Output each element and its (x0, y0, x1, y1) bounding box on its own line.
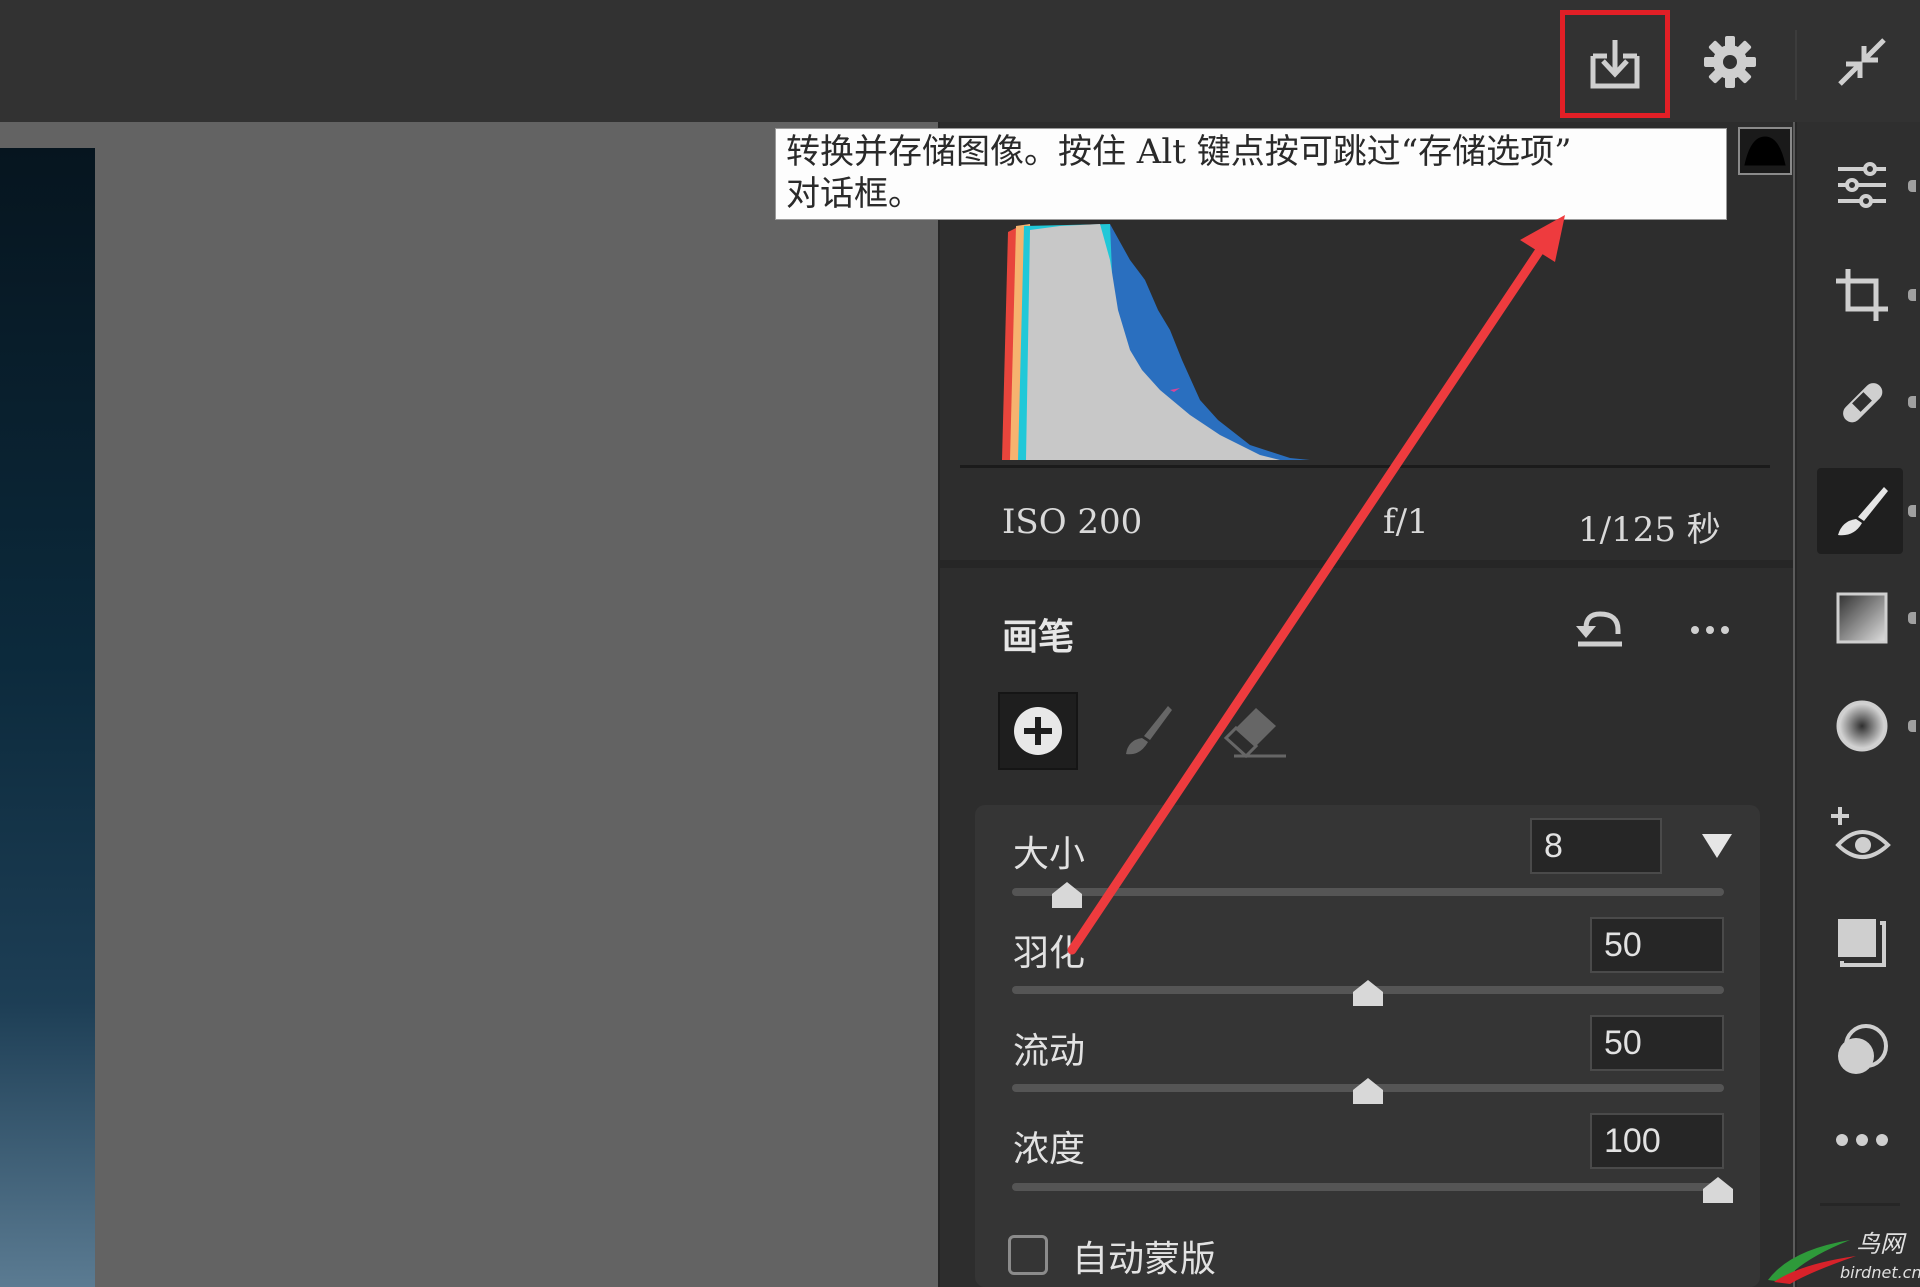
healing-bandage-icon (1843, 383, 1883, 423)
feather-slider-thumb[interactable] (1351, 978, 1385, 1008)
save-download-icon (1590, 40, 1640, 89)
photo-preview (0, 148, 95, 1287)
flow-input[interactable]: 50 (1590, 1015, 1724, 1071)
slider-label-size: 大小 (1013, 834, 1086, 875)
image-canvas[interactable] (0, 122, 938, 1287)
watermark-logo: 鸟网 birdnet.cn (1768, 1230, 1920, 1284)
tool-strip-divider (1820, 1203, 1900, 1206)
size-slider-thumb[interactable] (1050, 880, 1084, 910)
more-dots-icon (1691, 626, 1729, 634)
edit-sliders-icon (1838, 162, 1886, 208)
tool-gradient-button[interactable] (1822, 578, 1902, 658)
presets-icon (1838, 1024, 1888, 1074)
slider-label-feather: 羽化 (1013, 933, 1086, 974)
tool-healing-button[interactable] (1822, 362, 1902, 442)
tool-indicator-dot (1908, 505, 1916, 517)
slider-label-flow: 流动 (1013, 1031, 1086, 1072)
crop-icon (1836, 269, 1888, 321)
size-dropdown-icon[interactable] (1702, 832, 1732, 860)
tool-edit-button[interactable] (1822, 145, 1902, 225)
slider-label-density: 浓度 (1013, 1129, 1086, 1170)
density-slider-track[interactable] (1012, 1183, 1724, 1191)
auto-mask-label: 自动蒙版 (1072, 1239, 1217, 1280)
shadow-clipping-icon (1744, 136, 1786, 166)
tool-redeye-button[interactable] (1822, 795, 1902, 875)
watermark-text-cn: 鸟网 (1856, 1230, 1907, 1258)
size-slider-track[interactable] (1012, 888, 1724, 896)
tool-indicator-dot (1908, 720, 1916, 732)
more-dots-icon (1836, 1134, 1888, 1146)
panel-divider (940, 560, 1793, 568)
flow-slider-thumb[interactable] (1351, 1076, 1385, 1106)
tool-indicator-dot (1908, 396, 1916, 408)
histogram (1002, 224, 1310, 460)
tool-radial-button[interactable] (1822, 686, 1902, 766)
red-eye-icon (1831, 807, 1891, 859)
reset-button[interactable] (1570, 598, 1630, 658)
feather-input[interactable]: 50 (1590, 917, 1724, 973)
exif-iso: ISO 200 (1002, 502, 1143, 542)
collapse-arrows-icon (1838, 38, 1886, 86)
tool-snapshots-button[interactable] (1822, 903, 1902, 983)
tool-crop-button[interactable] (1822, 255, 1902, 335)
settings-button[interactable] (1690, 22, 1770, 102)
density-slider-thumb[interactable] (1701, 1175, 1735, 1205)
watermark-text-en: birdnet.cn (1840, 1263, 1920, 1282)
auto-mask-checkbox[interactable] (1008, 1235, 1048, 1275)
snapshots-icon (1838, 919, 1886, 967)
brush-icon (1126, 706, 1172, 755)
panel-more-button[interactable] (1680, 600, 1740, 660)
save-tooltip: 转换并存储图像。按住 Alt 键点按可跳过“存储选项” 对话框。 (775, 128, 1727, 220)
reset-icon (1576, 611, 1622, 647)
brush-section-title: 画笔 (1002, 616, 1075, 658)
exif-shutter: 1/125 秒 (1578, 510, 1721, 550)
gear-icon (1704, 36, 1756, 88)
eraser-mode-button[interactable] (1220, 700, 1290, 760)
brush-add-button[interactable] (998, 692, 1078, 770)
density-input[interactable]: 100 (1590, 1113, 1724, 1169)
histogram-baseline (960, 465, 1770, 468)
toolbar-divider (1795, 30, 1797, 100)
tool-indicator-dot (1908, 612, 1916, 624)
tool-masking-button[interactable] (1822, 471, 1902, 551)
add-icon (1014, 707, 1062, 755)
save-button[interactable] (1560, 10, 1670, 118)
clipping-warning-button[interactable] (1738, 127, 1792, 175)
eraser-icon (1223, 708, 1286, 759)
tool-more-button[interactable] (1822, 1100, 1902, 1180)
brush-mode-button[interactable] (1118, 700, 1178, 760)
collapse-button[interactable] (1822, 22, 1902, 102)
exif-aperture: f/1 (1383, 502, 1429, 542)
radial-filter-icon (1836, 700, 1888, 752)
tool-indicator-dot (1908, 180, 1916, 192)
linear-gradient-icon (1836, 592, 1888, 644)
tool-presets-button[interactable] (1822, 1010, 1902, 1090)
size-input[interactable]: 8 (1530, 818, 1662, 874)
masking-brush-icon (1838, 487, 1888, 536)
tool-indicator-dot (1908, 289, 1916, 301)
